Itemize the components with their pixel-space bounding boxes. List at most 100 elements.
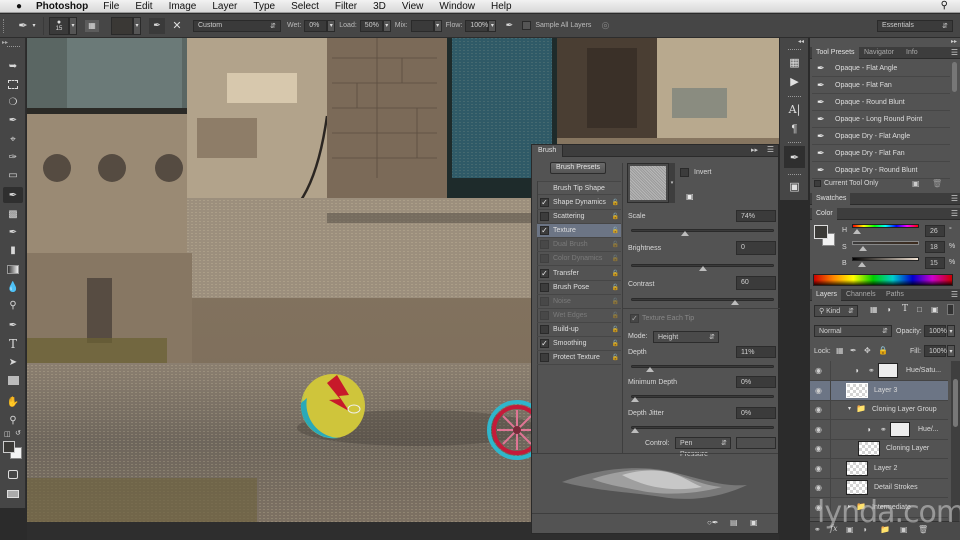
- brush-setting-checkbox[interactable]: [540, 310, 549, 320]
- tab-paths[interactable]: Paths: [882, 289, 908, 301]
- options-bar-grip[interactable]: [3, 18, 6, 33]
- depth-slider[interactable]: [631, 365, 774, 372]
- brush-setting-texture[interactable]: ✓ Texture 🔓: [537, 224, 621, 239]
- open-preset-manager-icon[interactable]: ▤: [730, 518, 738, 527]
- brush-presets-button[interactable]: Brush Presets: [550, 162, 606, 174]
- collapse-panels-icon[interactable]: ▸▸: [951, 38, 957, 45]
- brush-setting-checkbox[interactable]: [540, 324, 549, 334]
- lock-icon[interactable]: 🔓: [612, 241, 619, 248]
- scale-input[interactable]: 74%: [736, 210, 776, 222]
- scale-slider[interactable]: [631, 229, 774, 236]
- pen-tool-icon[interactable]: ✒: [3, 317, 23, 333]
- panel-menu-icon[interactable]: ☰: [951, 194, 958, 203]
- layer-row[interactable]: ◉ ▾ 📁 Cloning Layer Group: [810, 400, 948, 420]
- dock-grip[interactable]: [788, 174, 801, 176]
- minimum-depth-slider[interactable]: [631, 395, 774, 402]
- scale-slider-thumb[interactable]: [680, 231, 689, 236]
- filter-shape-icon[interactable]: □: [917, 305, 922, 314]
- lock-position-icon[interactable]: ✥: [864, 346, 871, 355]
- spotlight-search-icon[interactable]: ⚲: [941, 0, 948, 11]
- texture-each-tip-checkbox[interactable]: ✓: [630, 314, 639, 323]
- tool-preset-item[interactable]: ✒ Opaque Dry - Flat Angle: [812, 128, 950, 145]
- mixer-brush-tool-icon[interactable]: ✒: [16, 19, 30, 32]
- tab-color[interactable]: Color: [812, 208, 837, 220]
- panel-menu-icon[interactable]: ☰: [951, 290, 958, 299]
- tab-tool-presets[interactable]: Tool Presets: [812, 47, 859, 59]
- visibility-eye-icon[interactable]: ◉: [815, 386, 822, 395]
- load-dropdown[interactable]: ▾: [382, 19, 391, 32]
- collapse-panel-icon[interactable]: ▸▸: [751, 146, 758, 154]
- menu-help[interactable]: Help: [491, 1, 512, 12]
- crop-tool-icon[interactable]: ⌖: [3, 131, 23, 147]
- hue-slider-thumb[interactable]: [853, 229, 861, 234]
- character-panel-icon[interactable]: A|: [784, 101, 805, 118]
- menu-select[interactable]: Select: [291, 1, 319, 12]
- current-brush-load-swatch[interactable]: [111, 16, 133, 35]
- panel-menu-icon[interactable]: ☰: [951, 48, 958, 57]
- menu-filter[interactable]: Filter: [335, 1, 357, 12]
- brush-setting-shape-dynamics[interactable]: ✓ Shape Dynamics 🔓: [537, 196, 621, 210]
- lock-icon[interactable]: 🔓: [612, 298, 619, 305]
- pressure-for-size-icon[interactable]: ◎: [598, 20, 612, 31]
- brightness-slider-thumb[interactable]: [698, 266, 707, 271]
- dodge-tool-icon[interactable]: ⚲: [3, 297, 23, 313]
- delete-tool-preset-icon[interactable]: 🗑: [932, 179, 942, 188]
- brush-setting-checkbox[interactable]: [540, 296, 549, 306]
- pattern-dropdown-arrow[interactable]: ▾: [669, 163, 675, 203]
- menu-layer[interactable]: Layer: [212, 1, 237, 12]
- load-brush-after-stroke-icon[interactable]: ✒: [149, 17, 165, 34]
- brightness-slider[interactable]: [631, 264, 774, 271]
- brush-setting-checkbox[interactable]: ✓: [540, 198, 549, 207]
- contrast-input[interactable]: 60: [736, 276, 776, 290]
- layer-row[interactable]: ◉ ◑ ⚭ Hue/...: [810, 419, 948, 440]
- brush-setting-scattering[interactable]: Scattering 🔓: [537, 210, 621, 225]
- filter-type-icon[interactable]: T: [902, 304, 908, 314]
- mix-dropdown[interactable]: ▾: [433, 19, 442, 32]
- contrast-slider[interactable]: [631, 298, 774, 305]
- move-tool-icon[interactable]: ➥: [3, 58, 23, 74]
- tool-presets-scrollbar[interactable]: [952, 62, 957, 92]
- lock-icon[interactable]: 🔓: [612, 284, 619, 291]
- foreground-color-swatch[interactable]: [3, 441, 15, 453]
- layer-row[interactable]: ◉ Layer 2: [810, 458, 948, 479]
- load-input[interactable]: 50%: [359, 19, 383, 32]
- create-new-preset-icon[interactable]: ▣: [686, 192, 694, 201]
- fill-input[interactable]: 100%: [924, 345, 947, 357]
- control-select[interactable]: Pen Pressure ⇵: [675, 437, 731, 458]
- hue-slider[interactable]: [852, 224, 919, 228]
- marquee-tool-icon[interactable]: [3, 76, 23, 92]
- actions-panel-icon[interactable]: ▶: [784, 73, 805, 90]
- depth-input[interactable]: 11%: [736, 346, 776, 358]
- visibility-eye-icon[interactable]: ◉: [815, 425, 822, 434]
- eyedropper-tool-icon[interactable]: ✑: [3, 149, 23, 165]
- expand-dock-icon[interactable]: ◂◂: [798, 38, 804, 45]
- tool-preset-item[interactable]: ✒ Opaque - Round Blunt: [812, 94, 950, 111]
- visibility-eye-icon[interactable]: ◉: [815, 483, 822, 492]
- visibility-eye-icon[interactable]: ◉: [815, 464, 822, 473]
- color-foreground-swatch[interactable]: [814, 225, 828, 239]
- lock-icon[interactable]: 🔓: [612, 326, 619, 333]
- brightness-input[interactable]: 0: [736, 241, 776, 255]
- tab-info[interactable]: Info: [902, 47, 922, 59]
- saturation-input[interactable]: 18: [925, 241, 945, 253]
- lasso-tool-icon[interactable]: ❍: [3, 94, 23, 110]
- brush-panel-toggle-icon[interactable]: ▦: [85, 19, 99, 32]
- apple-menu-icon[interactable]: ●: [12, 1, 26, 12]
- paragraph-panel-icon[interactable]: ¶: [784, 120, 805, 137]
- depth-jitter-input[interactable]: 0%: [736, 407, 776, 419]
- color-ramp[interactable]: [813, 274, 953, 286]
- eraser-tool-icon[interactable]: ▮: [3, 242, 23, 258]
- mixer-brush-tool-icon[interactable]: ✒: [3, 187, 23, 203]
- lock-icon[interactable]: 🔓: [612, 354, 619, 361]
- brush-setting-noise[interactable]: Noise 🔓: [537, 295, 621, 309]
- texture-pattern-picker[interactable]: [627, 163, 669, 203]
- lock-icon[interactable]: 🔓: [612, 340, 619, 347]
- panel-menu-icon[interactable]: ☰: [767, 145, 774, 154]
- brush-size-picker[interactable]: ● 15: [49, 16, 69, 35]
- invert-checkbox[interactable]: [680, 168, 689, 177]
- brush-setting-build-up[interactable]: Build-up 🔓: [537, 323, 621, 337]
- brightness-input[interactable]: 15: [925, 257, 945, 269]
- visibility-eye-icon[interactable]: ◉: [815, 405, 822, 414]
- tool-preset-dropdown-icon[interactable]: ▾: [30, 22, 38, 29]
- airbrush-icon[interactable]: ✒: [502, 20, 516, 31]
